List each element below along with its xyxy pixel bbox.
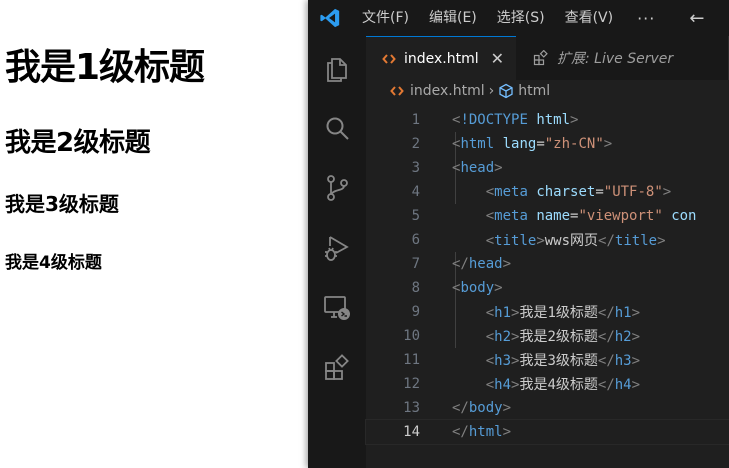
line-number: 4: [411, 184, 420, 200]
line-content: <h3>我是3级标题</h3>: [485, 353, 641, 369]
close-icon[interactable]: ✕: [491, 49, 504, 68]
line-content: <h4>我是4级标题</h4>: [485, 377, 641, 393]
menu-selection[interactable]: 选择(S): [487, 0, 555, 36]
activity-bar: [308, 36, 366, 468]
line-content: </body>: [452, 400, 512, 416]
line-content: <body>: [452, 280, 503, 296]
code-line-current[interactable]: 14 </html>: [365, 419, 729, 445]
browser-preview: 我是1级标题 我是2级标题 我是3级标题 我是4级标题: [0, 0, 308, 468]
code-line[interactable]: 8 <body>: [366, 276, 729, 300]
code-line[interactable]: 7 </head>: [366, 252, 729, 276]
line-number: 14: [403, 424, 420, 440]
vscode-logo-icon[interactable]: [308, 0, 352, 36]
menu-file[interactable]: 文件(F): [352, 0, 419, 36]
line-number: 9: [411, 304, 420, 320]
line-content: <head>: [452, 160, 503, 176]
html-file-icon: [390, 84, 404, 98]
line-number: 11: [403, 352, 420, 368]
heading-1: 我是1级标题: [5, 47, 205, 88]
menu-edit[interactable]: 编辑(E): [419, 0, 487, 36]
html-file-icon: [382, 52, 396, 66]
line-content: <meta charset="UTF-8">: [485, 184, 672, 200]
chevron-right-icon: ›: [488, 83, 495, 99]
breadcrumb: index.html › html: [366, 80, 729, 102]
tab-label: 扩展: Live Server: [557, 51, 674, 67]
line-number: 8: [411, 280, 420, 296]
run-debug-icon[interactable]: [322, 233, 352, 263]
code-line[interactable]: 4 <meta charset="UTF-8">: [366, 180, 729, 204]
breadcrumb-file[interactable]: index.html: [410, 83, 485, 99]
line-number: 1: [411, 112, 420, 128]
code-line[interactable]: 9 <h1>我是1级标题</h1>: [366, 300, 729, 324]
extensions-icon[interactable]: [322, 353, 352, 383]
code-line[interactable]: 3 <head>: [366, 156, 729, 180]
code-line[interactable]: 2 <html lang="zh-CN">: [366, 132, 729, 156]
source-control-icon[interactable]: [322, 173, 352, 203]
line-number: 5: [411, 208, 420, 224]
editor-tabs: index.html ✕ 扩展: Live Server: [366, 36, 729, 80]
line-number: 7: [411, 256, 420, 272]
code-line[interactable]: 13 </body>: [366, 396, 729, 420]
line-number: 2: [411, 136, 420, 152]
line-number: 12: [403, 376, 420, 392]
code-line[interactable]: 6 <title>wws网页</title>: [366, 228, 729, 252]
more-menu-button[interactable]: ···: [623, 9, 669, 28]
heading-2: 我是2级标题: [5, 128, 151, 158]
line-number: 13: [403, 400, 420, 416]
line-content: </head>: [452, 256, 512, 272]
menu-view[interactable]: 查看(V): [555, 0, 624, 36]
line-number: 10: [403, 328, 420, 344]
code-line[interactable]: 1 <!DOCTYPE html>: [366, 108, 729, 132]
vscode-window: 文件(F) 编辑(E) 选择(S) 查看(V) ··· ← index.html…: [308, 0, 729, 468]
code-line[interactable]: 10 <h2>我是2级标题</h2>: [366, 324, 729, 348]
remote-explorer-icon[interactable]: [322, 293, 352, 323]
code-line[interactable]: 12 <h4>我是4级标题</h4>: [366, 372, 729, 396]
heading-4: 我是4级标题: [5, 253, 102, 273]
heading-3: 我是3级标题: [5, 192, 119, 216]
line-content: <h1>我是1级标题</h1>: [485, 305, 641, 321]
code-line[interactable]: 5 <meta name="viewport" con: [366, 204, 729, 228]
line-content: <html lang="zh-CN">: [452, 136, 613, 152]
line-number: 6: [411, 232, 420, 248]
title-bar: 文件(F) 编辑(E) 选择(S) 查看(V) ··· ←: [308, 0, 729, 36]
search-icon[interactable]: [322, 114, 352, 144]
extensions-icon: [533, 50, 549, 66]
explorer-icon[interactable]: [322, 54, 352, 84]
line-content: <!DOCTYPE html>: [452, 112, 579, 128]
tab-live-server-extension[interactable]: 扩展: Live Server: [517, 36, 729, 80]
breadcrumb-symbol[interactable]: html: [518, 83, 550, 99]
code-line[interactable]: 11 <h3>我是3级标题</h3>: [366, 348, 729, 372]
line-content: <h2>我是2级标题</h2>: [485, 329, 641, 345]
editor-area: index.html ✕ 扩展: Live Server index.html …: [365, 36, 729, 468]
tab-index-html[interactable]: index.html ✕: [366, 36, 516, 80]
line-content: <title>wws网页</title>: [485, 233, 666, 249]
line-number: 3: [411, 160, 420, 176]
back-arrow-icon[interactable]: ←: [669, 8, 704, 29]
symbol-element-icon: [498, 83, 514, 99]
tab-label: index.html: [404, 50, 479, 67]
line-content: <meta name="viewport" con: [485, 208, 697, 224]
line-content: </html>: [452, 424, 512, 440]
